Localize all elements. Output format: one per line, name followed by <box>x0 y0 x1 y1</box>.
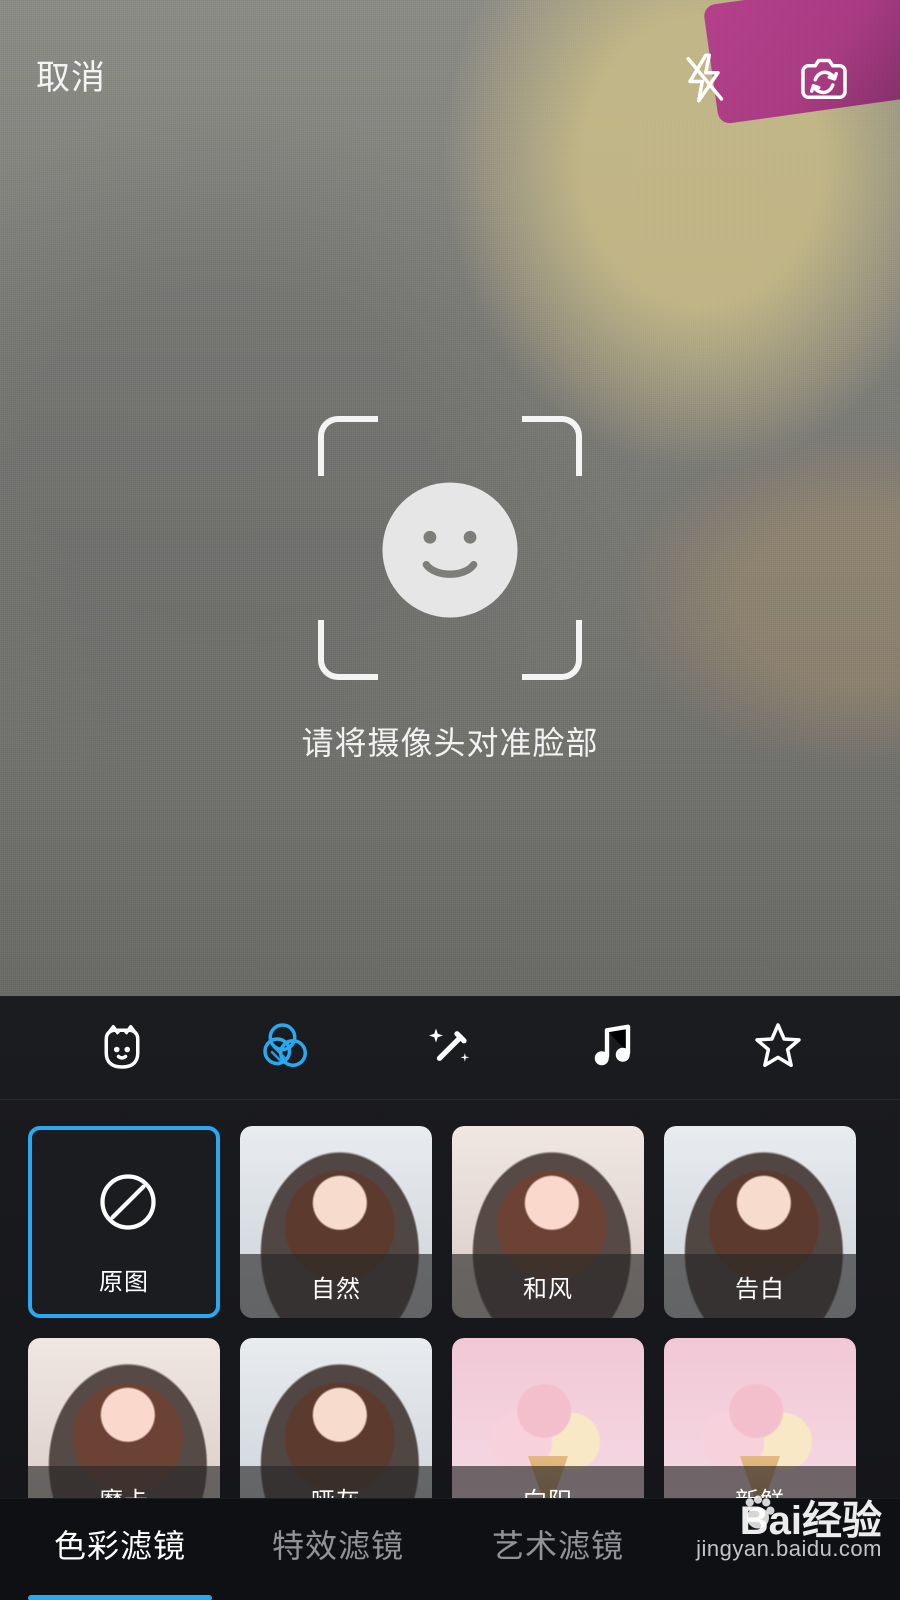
watermark: Bai经验 jingyan.baidu.com <box>632 1484 882 1576</box>
music-tool[interactable] <box>578 1012 650 1084</box>
tab-art-filters[interactable]: 艺术滤镜 <box>492 1521 624 1567</box>
tab-color-filters[interactable]: 色彩滤镜 <box>54 1521 186 1567</box>
top-bar: 取消 <box>0 0 900 150</box>
switch-camera-icon[interactable] <box>796 50 852 106</box>
filter-label: 和风 <box>523 1274 573 1303</box>
sticker-tool[interactable] <box>86 1012 158 1084</box>
smile-face-icon <box>377 477 523 623</box>
filter-grid: 原图 自然 和风 告白 <box>28 1126 872 1516</box>
filter-label: 原图 <box>99 1267 149 1296</box>
frame-corner-bottom-left <box>318 620 378 680</box>
music-note-icon <box>586 1018 642 1078</box>
filter-tool[interactable] <box>250 1012 322 1084</box>
magic-wand-icon <box>422 1018 478 1078</box>
active-tab-indicator <box>28 1595 212 1600</box>
camera-filter-screen: 取消 请将摄像头对准脸部 原图 自然 和风 告白 色彩滤镜 特效滤镜 艺术滤镜 … <box>0 0 900 1600</box>
flash-off-icon[interactable] <box>676 50 732 106</box>
watermark-url: jingyan.baidu.com <box>696 1536 882 1561</box>
sticker-icon <box>94 1018 150 1078</box>
camera-preview[interactable]: 取消 请将摄像头对准脸部 <box>0 0 900 1000</box>
favorites-tool[interactable] <box>742 1012 814 1084</box>
filter-item-japanese[interactable]: 和风 <box>452 1126 644 1318</box>
tool-bar <box>0 996 900 1100</box>
filter-item-original[interactable]: 原图 <box>28 1126 220 1318</box>
frame-corner-bottom-right <box>522 620 582 680</box>
filter-label: 告白 <box>735 1274 785 1303</box>
filter-item-confession[interactable]: 告白 <box>664 1126 856 1318</box>
face-instruction-text: 请将摄像头对准脸部 <box>301 724 599 762</box>
star-icon <box>750 1018 806 1078</box>
tab-effect-filters[interactable]: 特效滤镜 <box>272 1521 404 1567</box>
filter-icon <box>258 1018 314 1078</box>
frame-corner-top-left <box>318 416 378 476</box>
beauty-tool[interactable] <box>414 1012 486 1084</box>
filter-item-natural[interactable]: 自然 <box>240 1126 432 1318</box>
filter-item-mocha[interactable]: 摩卡 <box>28 1338 220 1516</box>
filter-label-strip: 原图 <box>32 1244 216 1314</box>
frame-corner-top-right <box>522 416 582 476</box>
filter-label-strip: 和风 <box>452 1254 644 1318</box>
none-icon <box>94 1168 162 1236</box>
filter-label: 自然 <box>311 1274 361 1303</box>
filter-label-strip: 告白 <box>664 1254 856 1318</box>
filter-item-sunny[interactable]: 向阳 <box>452 1338 644 1516</box>
filter-item-matte-gray[interactable]: 哑灰 <box>240 1338 432 1516</box>
cancel-button[interactable]: 取消 <box>36 50 106 99</box>
filter-label-strip: 自然 <box>240 1254 432 1318</box>
